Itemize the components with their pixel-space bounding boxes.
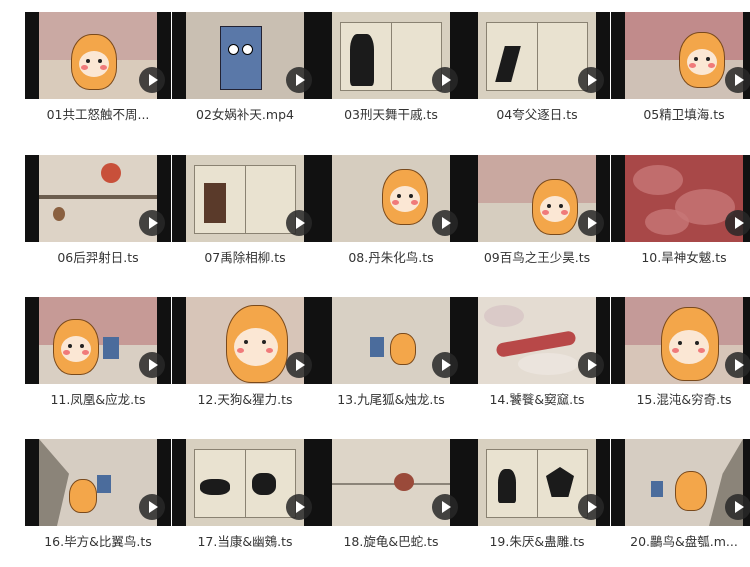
file-grid: 01共工怒触不周... 02女娲补天.mp4 03刑天舞干戚.ts 04夸父逐日… bbox=[0, 0, 750, 564]
file-name[interactable]: 04夸父逐日.ts bbox=[464, 104, 610, 123]
file-name[interactable]: 18.旋龟&巴蛇.ts bbox=[318, 531, 464, 550]
play-icon[interactable] bbox=[725, 67, 750, 93]
video-thumbnail[interactable] bbox=[464, 12, 610, 99]
play-icon[interactable] bbox=[139, 494, 165, 520]
file-name[interactable]: 02女娲补天.mp4 bbox=[172, 104, 318, 123]
video-thumbnail[interactable] bbox=[611, 439, 750, 526]
file-name[interactable]: 06后羿射日.ts bbox=[25, 247, 171, 266]
file-name[interactable]: 14.饕餮&窫窳.ts bbox=[464, 389, 610, 408]
video-thumbnail[interactable] bbox=[172, 12, 318, 99]
play-icon[interactable] bbox=[432, 494, 458, 520]
video-thumbnail[interactable] bbox=[611, 155, 750, 242]
play-icon[interactable] bbox=[286, 67, 312, 93]
file-name[interactable]: 01共工怒触不周... bbox=[25, 104, 171, 123]
video-file-item[interactable]: 01共工怒触不周... bbox=[25, 0, 171, 140]
file-name[interactable]: 17.当康&幽鴳.ts bbox=[172, 531, 318, 550]
video-file-item[interactable]: 05精卫填海.ts bbox=[611, 0, 750, 140]
play-icon[interactable] bbox=[578, 494, 604, 520]
video-file-item[interactable]: 19.朱厌&蛊雕.ts bbox=[464, 427, 610, 567]
video-thumbnail[interactable] bbox=[25, 439, 171, 526]
file-name[interactable]: 11.凤凰&应龙.ts bbox=[25, 389, 171, 408]
file-name[interactable]: 20.鸓鸟&盘瓠.m... bbox=[611, 531, 750, 550]
file-name[interactable]: 07禹除相柳.ts bbox=[172, 247, 318, 266]
video-file-item[interactable]: 20.鸓鸟&盘瓠.m... bbox=[611, 427, 750, 567]
video-file-item[interactable]: 13.九尾狐&烛龙.ts bbox=[318, 285, 464, 425]
video-thumbnail[interactable] bbox=[318, 12, 464, 99]
video-thumbnail[interactable] bbox=[611, 12, 750, 99]
play-icon[interactable] bbox=[286, 210, 312, 236]
file-name[interactable]: 13.九尾狐&烛龙.ts bbox=[318, 389, 464, 408]
video-thumbnail[interactable] bbox=[318, 439, 464, 526]
file-name[interactable]: 03刑天舞干戚.ts bbox=[318, 104, 464, 123]
video-thumbnail[interactable] bbox=[172, 439, 318, 526]
video-file-item[interactable]: 04夸父逐日.ts bbox=[464, 0, 610, 140]
video-file-item[interactable]: 10.旱神女魃.ts bbox=[611, 143, 750, 283]
video-thumbnail[interactable] bbox=[464, 155, 610, 242]
video-file-item[interactable]: 18.旋龟&巴蛇.ts bbox=[318, 427, 464, 567]
play-icon[interactable] bbox=[578, 210, 604, 236]
file-name[interactable]: 12.天狗&猩力.ts bbox=[172, 389, 318, 408]
play-icon[interactable] bbox=[725, 210, 750, 236]
play-icon[interactable] bbox=[432, 210, 458, 236]
play-icon[interactable] bbox=[578, 352, 604, 378]
play-icon[interactable] bbox=[139, 210, 165, 236]
file-name[interactable]: 08.丹朱化鸟.ts bbox=[318, 247, 464, 266]
video-file-item[interactable]: 07禹除相柳.ts bbox=[172, 143, 318, 283]
file-name[interactable]: 05精卫填海.ts bbox=[611, 104, 750, 123]
video-file-item[interactable]: 17.当康&幽鴳.ts bbox=[172, 427, 318, 567]
video-thumbnail[interactable] bbox=[464, 439, 610, 526]
play-icon[interactable] bbox=[139, 352, 165, 378]
video-thumbnail[interactable] bbox=[611, 297, 750, 384]
file-name[interactable]: 15.混沌&穷奇.ts bbox=[611, 389, 750, 408]
video-file-item[interactable]: 08.丹朱化鸟.ts bbox=[318, 143, 464, 283]
video-thumbnail[interactable] bbox=[318, 297, 464, 384]
video-thumbnail[interactable] bbox=[172, 155, 318, 242]
video-file-item[interactable]: 09百鸟之王少昊.ts bbox=[464, 143, 610, 283]
video-file-item[interactable]: 11.凤凰&应龙.ts bbox=[25, 285, 171, 425]
video-file-item[interactable]: 12.天狗&猩力.ts bbox=[172, 285, 318, 425]
video-file-item[interactable]: 15.混沌&穷奇.ts bbox=[611, 285, 750, 425]
play-icon[interactable] bbox=[286, 352, 312, 378]
video-thumbnail[interactable] bbox=[25, 297, 171, 384]
video-thumbnail[interactable] bbox=[318, 155, 464, 242]
video-file-item[interactable]: 03刑天舞干戚.ts bbox=[318, 0, 464, 140]
play-icon[interactable] bbox=[432, 67, 458, 93]
file-name[interactable]: 16.毕方&比翼鸟.ts bbox=[25, 531, 171, 550]
video-thumbnail[interactable] bbox=[25, 12, 171, 99]
file-name[interactable]: 10.旱神女魃.ts bbox=[611, 247, 750, 266]
play-icon[interactable] bbox=[286, 494, 312, 520]
file-name[interactable]: 09百鸟之王少昊.ts bbox=[464, 247, 610, 266]
video-file-item[interactable]: 02女娲补天.mp4 bbox=[172, 0, 318, 140]
play-icon[interactable] bbox=[139, 67, 165, 93]
file-name[interactable]: 19.朱厌&蛊雕.ts bbox=[464, 531, 610, 550]
play-icon[interactable] bbox=[725, 494, 750, 520]
video-thumbnail[interactable] bbox=[464, 297, 610, 384]
play-icon[interactable] bbox=[578, 67, 604, 93]
play-icon[interactable] bbox=[725, 352, 750, 378]
video-file-item[interactable]: 16.毕方&比翼鸟.ts bbox=[25, 427, 171, 567]
video-file-item[interactable]: 06后羿射日.ts bbox=[25, 143, 171, 283]
video-thumbnail[interactable] bbox=[172, 297, 318, 384]
video-file-item[interactable]: 14.饕餮&窫窳.ts bbox=[464, 285, 610, 425]
play-icon[interactable] bbox=[432, 352, 458, 378]
video-thumbnail[interactable] bbox=[25, 155, 171, 242]
